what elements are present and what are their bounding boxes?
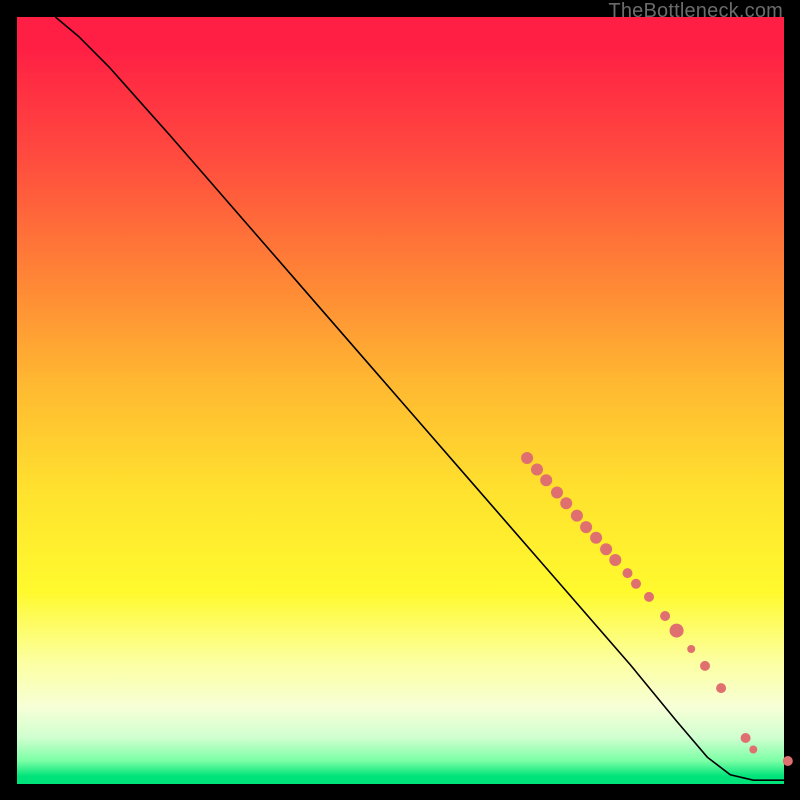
data-dot xyxy=(741,733,751,743)
data-dot xyxy=(783,756,793,766)
data-dot xyxy=(600,543,612,555)
data-dot xyxy=(660,611,670,621)
data-dot xyxy=(540,474,552,486)
chart-svg xyxy=(17,17,784,784)
scatter-dots xyxy=(521,452,793,766)
data-dot xyxy=(631,579,641,589)
data-dot xyxy=(531,464,543,476)
plot-area xyxy=(17,17,784,784)
data-dot xyxy=(716,683,726,693)
data-dot xyxy=(670,624,684,638)
data-dot xyxy=(521,452,533,464)
data-dot xyxy=(580,521,592,533)
data-dot xyxy=(590,532,602,544)
data-dot xyxy=(609,554,621,566)
watermark-text: TheBottleneck.com xyxy=(608,0,783,23)
data-dot xyxy=(700,661,710,671)
data-dot xyxy=(687,645,695,653)
data-dot xyxy=(551,487,563,499)
data-dot xyxy=(749,746,757,754)
curve-line xyxy=(55,17,784,780)
data-dot xyxy=(644,592,654,602)
data-dot xyxy=(623,568,633,578)
data-dot xyxy=(571,510,583,522)
data-dot xyxy=(560,497,572,509)
chart-frame: TheBottleneck.com xyxy=(0,0,800,800)
